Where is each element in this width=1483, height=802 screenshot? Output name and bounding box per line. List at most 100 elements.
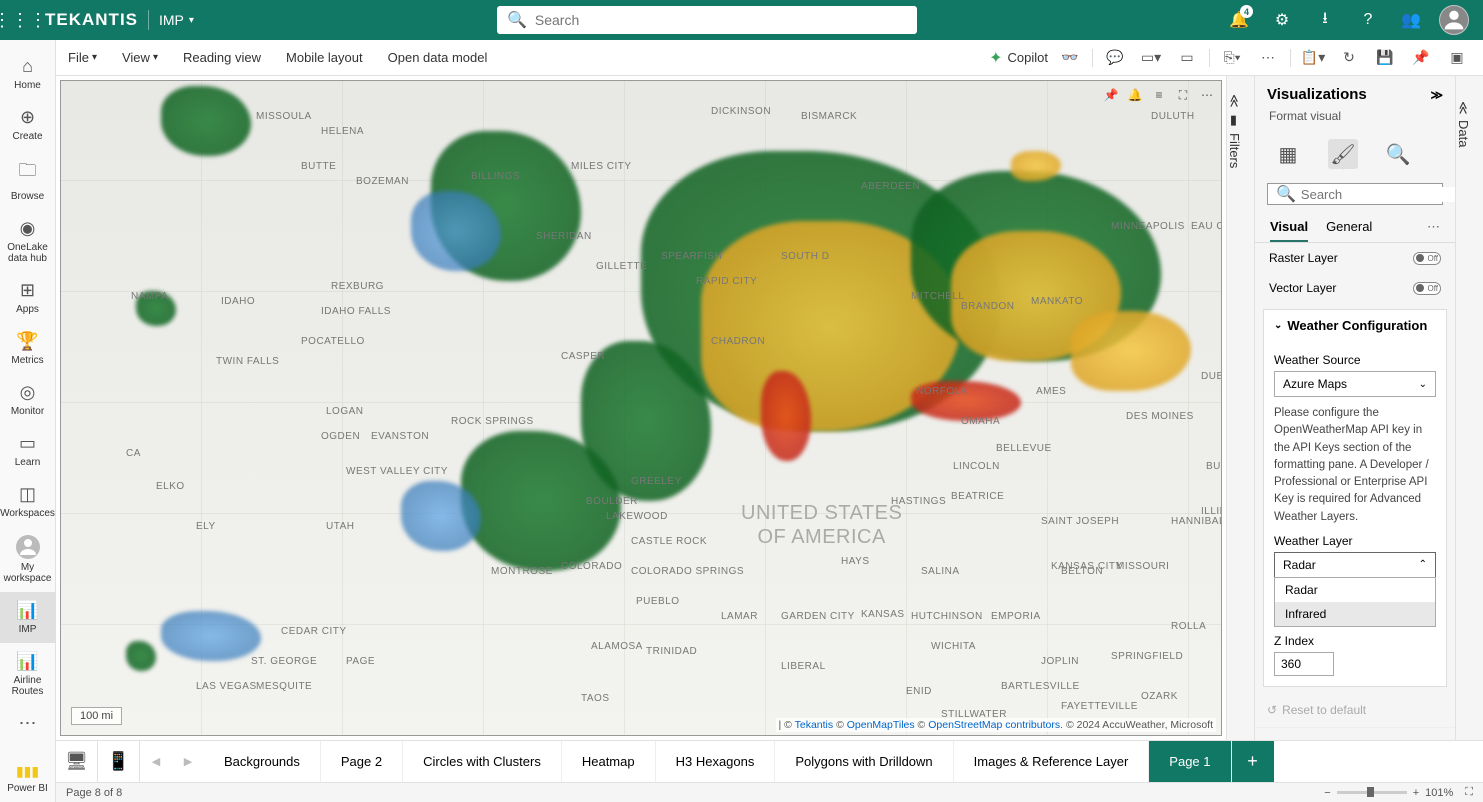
copilot-icon: ✦ [989,48,1002,68]
weather-config-section: ⌄ Weather Configuration Weather Source A… [1263,309,1447,687]
add-page-button[interactable]: + [1232,741,1274,783]
save-icon[interactable]: 💾 [1371,44,1399,72]
ribbon-reading-view[interactable]: Reading view [183,50,261,65]
people-icon[interactable]: 👥 [1392,0,1430,40]
page-tab[interactable]: H3 Hexagons [656,741,776,783]
bell-icon[interactable]: 🔔 [1124,84,1146,106]
page-tabs: 🖥 📱 ◀ ▶ BackgroundsPage 2Circles with Cl… [56,740,1483,782]
raster-toggle[interactable]: Off [1413,252,1441,265]
tab-visual[interactable]: Visual [1270,219,1308,242]
nav-browse[interactable]: 🗀Browse [0,150,56,210]
attrib-link[interactable]: OpenStreetMap contributors [928,719,1060,731]
notifications-icon[interactable]: 🔔4 [1220,0,1258,40]
pin-icon[interactable]: 📌 [1407,44,1435,72]
mobile-view-icon[interactable]: 📱 [98,741,140,783]
page-tab[interactable]: Page 1 [1149,741,1231,783]
workspaces-icon: ◫ [19,484,36,505]
zoom-in-button[interactable]: + [1413,787,1419,799]
filters-pane-collapsed[interactable]: ≪ ▮ Filters [1227,76,1255,740]
nav-workspaces[interactable]: ◫Workspaces [0,476,56,527]
city-label: MISSOULA [256,111,312,122]
report-canvas[interactable]: DICKINSONBISMARCKDULUTHMISSOULAHELENABUT… [56,76,1227,740]
nav-home[interactable]: ⌂Home [0,48,56,99]
desktop-view-icon[interactable]: 🖥 [56,741,98,783]
nav-monitor[interactable]: ◎Monitor [0,374,56,425]
zindex-input[interactable] [1274,652,1334,676]
attrib-link[interactable]: Tekantis [795,719,834,731]
user-avatar[interactable] [1435,0,1473,40]
fields-icon[interactable]: ▦ [1273,139,1303,169]
format-search[interactable]: 🔍 [1267,183,1443,205]
map-visual[interactable]: DICKINSONBISMARCKDULUTHMISSOULAHELENABUT… [60,80,1222,736]
view-icon[interactable]: ▭ [1173,44,1201,72]
search-box[interactable]: 🔍 [497,6,917,34]
collapse-icon[interactable]: ≫ [1430,88,1443,102]
vector-toggle[interactable]: Off [1413,282,1441,295]
copy-icon[interactable]: ⎘▾ [1218,44,1246,72]
page-tab[interactable]: Images & Reference Layer [954,741,1150,783]
content-area: File ▾ View ▾ Reading view Mobile layout… [56,40,1483,802]
paste-icon[interactable]: 📋▾ [1299,44,1327,72]
ribbon-mobile-layout[interactable]: Mobile layout [286,50,363,65]
download-icon[interactable]: ⭳ [1306,0,1344,40]
search-input[interactable] [535,12,907,28]
page-tab[interactable]: Polygons with Drilldown [775,741,953,783]
nav-imp[interactable]: 📊IMP [0,592,56,643]
attrib-link[interactable]: OpenMapTiles [847,719,915,731]
teams-icon[interactable]: ▣ [1443,44,1471,72]
bookmarks-icon[interactable]: ▭▾ [1137,44,1165,72]
copilot-button[interactable]: ✦ Copilot [989,48,1048,68]
format-search-input[interactable] [1301,187,1455,202]
app-launcher-icon[interactable]: ⋮⋮⋮ [0,0,40,40]
nav-airline-routes[interactable]: 📊Airline Routes [0,643,56,705]
filter-icon[interactable]: ≡ [1148,84,1170,106]
ribbon-open-data-model[interactable]: Open data model [388,50,488,65]
nav-create[interactable]: ⊕Create [0,99,56,150]
tab-more-icon[interactable]: ⋯ [1427,219,1440,242]
pin-icon[interactable]: 📌 [1100,84,1122,106]
more-icon[interactable]: ⋯ [1196,84,1218,106]
nav-onelake[interactable]: ◉OneLake data hub [0,210,56,272]
analytics-icon[interactable]: 🔍 [1383,139,1413,169]
page-prev-icon[interactable]: ◀ [140,741,172,783]
workspace-selector[interactable]: IMP ▾ [159,12,194,28]
nav-my-workspace[interactable]: My workspace [0,527,56,592]
settings-icon[interactable]: ⚙ [1263,0,1301,40]
help-icon[interactable]: ? [1349,0,1387,40]
tab-general[interactable]: General [1326,219,1372,242]
city-label: LIBERAL [781,661,826,672]
option-infrared[interactable]: Infrared [1275,602,1435,626]
nav-apps[interactable]: ⊞Apps [0,272,56,323]
explore-icon[interactable]: 👓 [1056,44,1084,72]
fit-page-icon[interactable]: ⛶ [1465,786,1473,799]
page-tab[interactable]: Circles with Clusters [403,741,562,783]
page-next-icon[interactable]: ▶ [172,741,204,783]
option-radar[interactable]: Radar [1275,578,1435,602]
comment-icon[interactable]: 💬 [1101,44,1129,72]
weather-source-dropdown[interactable]: Azure Maps ⌄ [1274,371,1436,397]
weather-section-header[interactable]: ⌄ Weather Configuration [1264,310,1446,341]
nav-powerbi[interactable]: ▮▮▮Power BI [0,755,56,802]
divider [148,10,149,30]
format-icon[interactable]: 🖌 [1328,139,1358,169]
refresh-icon[interactable]: ↻ [1335,44,1363,72]
weather-layer-dropdown[interactable]: Radar ⌃ [1274,552,1436,578]
ribbon-view[interactable]: View ▾ [122,50,158,65]
nav-more[interactable]: ⋯ [0,705,56,742]
nav-metrics[interactable]: 🏆Metrics [0,323,56,374]
data-pane-collapsed[interactable]: ≪ Data [1455,76,1483,740]
vector-layer-row: Vector Layer Off [1267,273,1443,303]
page-tab[interactable]: Backgrounds [204,741,321,783]
city-label: BUTTE [301,161,336,172]
section-data-layers[interactable]: ›Data Layers [1255,727,1455,740]
zoom-slider[interactable] [1337,791,1407,794]
nav-learn[interactable]: ▭Learn [0,425,56,476]
reset-to-default[interactable]: ↺ Reset to default [1255,693,1455,727]
ribbon-file[interactable]: File ▾ [68,50,97,65]
zoom-out-button[interactable]: − [1324,787,1330,799]
more-icon[interactable]: ⋯ [1254,44,1282,72]
page-tab[interactable]: Heatmap [562,741,656,783]
city-label: MINNEAPOLIS [1111,221,1185,232]
page-tab[interactable]: Page 2 [321,741,403,783]
focus-icon[interactable]: ⛶ [1172,84,1194,106]
